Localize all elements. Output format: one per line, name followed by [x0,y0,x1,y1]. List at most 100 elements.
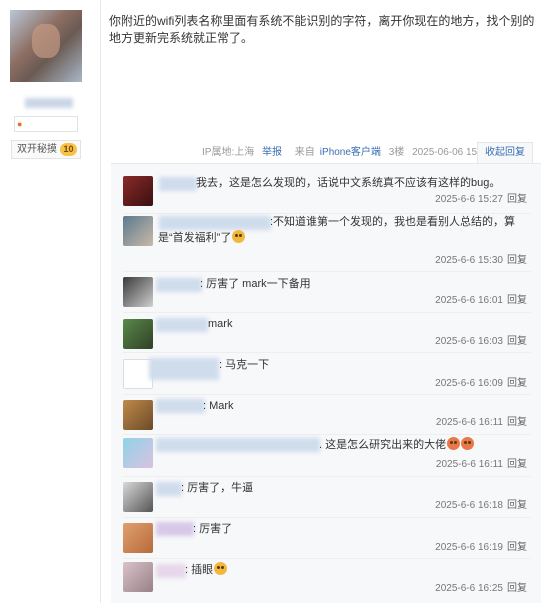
reply-username[interactable] [156,278,202,292]
reply-item: mark 2025-6-6 16:03 回复 [111,316,541,358]
reply-time: 2025-6-6 15:30 [435,255,503,266]
reply-avatar[interactable] [123,216,153,246]
reply-meta: 2025-6-6 16:25 回复 [435,583,527,595]
reply-avatar[interactable] [123,562,153,592]
reply-text: : 厉害了，牛逼 [181,482,254,494]
reply-button[interactable]: 回复 [507,417,527,428]
reply-text: : 插眼 [185,562,345,578]
client-link[interactable]: iPhone客户端 [320,147,381,158]
reply-divider [123,271,531,272]
reply-divider [123,394,531,395]
reply-button[interactable]: 回复 [507,500,527,511]
reply-divider [123,352,531,353]
reply-text: : 厉害了 mark一下备用 [200,278,311,290]
post-main: 你附近的wifi列表名称里面有系统不能识别的字符，离开你现在的地方，找个别的地方… [102,0,550,603]
reply-button[interactable]: 回复 [507,378,527,389]
collapse-replies-button[interactable]: 收起回复 [477,142,533,164]
reply-button[interactable]: 回复 [507,459,527,470]
reply-item: : 插眼 2025-6-6 16:25 回复 [111,562,541,602]
reply-button[interactable]: 回复 [507,583,527,594]
reply-text-content: :不知道谁第一个发现的，我也是看别人总结的，算是“首发福利”了 [158,216,516,244]
reply-meta: 2025-6-6 16:11 回复 [436,417,527,429]
floor-number: 3楼 [388,147,405,158]
reply-text: mark [208,318,233,330]
reply-meta: 2025-6-6 16:09 回复 [435,378,527,390]
reply-username[interactable] [156,318,208,332]
fire-icon: ● [17,119,23,129]
reply-item: : Mark 2025-6-6 16:11 回复 [111,398,541,440]
reply-text: : 马克一下 [219,359,270,371]
author-level-badge[interactable]: ● [14,116,78,132]
reply-avatar[interactable] [123,438,153,468]
reply-text: :不知道谁第一个发现的，我也是看别人总结的，算是“首发福利”了 [158,214,526,246]
reply-time: 2025-6-6 16:19 [435,542,503,553]
cool-emoji-icon [214,562,228,575]
reply-avatar[interactable] [123,482,153,512]
reply-item: : 马克一下 2025-6-6 16:09 回复 [111,357,541,399]
reply-avatar[interactable] [123,277,153,307]
reply-time: 2025-6-6 16:11 [435,459,503,470]
reply-divider [123,517,531,518]
reply-text: . 这是怎么研究出来的大佬 [319,437,534,453]
reply-text-content: : 插眼 [185,564,214,576]
reply-time: 2025-6-6 16:18 [435,500,503,511]
post-content: 你附近的wifi列表名称里面有系统不能识别的字符，离开你现在的地方，找个别的地方… [109,14,535,45]
reply-time: 2025-6-6 16:09 [435,378,503,389]
reply-button[interactable]: 回复 [507,255,527,266]
reply-avatar[interactable] [123,319,153,349]
report-label: 举报 [262,147,283,158]
reply-button[interactable]: 回复 [507,336,527,347]
author-avatar[interactable] [10,10,82,82]
reply-meta: 2025-6-6 16:19 回复 [435,542,527,554]
fan-badge-name: 双开秘摸 [17,144,57,155]
client-prefix: 来自 [294,147,315,158]
reply-divider [123,312,531,313]
reply-text-content: . 这是怎么研究出来的大佬 [319,439,447,451]
reply-username[interactable] [156,522,194,536]
reply-username[interactable] [156,438,320,452]
reply-list: 我去，这是怎么发现的，话说中文系统真不应该有这样的bug。 2025-6-6 1… [111,163,541,603]
reply-username[interactable] [156,564,186,578]
reply-avatar[interactable] [123,176,153,206]
reply-time: 2025-6-6 16:11 [435,417,503,428]
reply-item: . 这是怎么研究出来的大佬 2025-6-6 16:11 回复 [111,437,541,481]
report-link[interactable]: 举报 [262,147,287,158]
reply-time: 2025-6-6 15:27 [435,194,503,205]
reply-button[interactable]: 回复 [507,542,527,553]
reply-button[interactable]: 回复 [507,295,527,306]
surprised-emoji-icon [447,437,461,450]
reply-text: : 厉害了 [193,523,233,535]
fan-badge[interactable]: 双开秘摸 10 [11,140,81,159]
reply-divider [123,434,531,435]
reply-username[interactable] [149,358,219,380]
fan-badge-level: 10 [60,143,77,156]
reply-meta: 2025-6-6 16:18 回复 [435,500,527,512]
reply-meta: 2025-6-6 16:11 回复 [436,459,527,471]
reply-button[interactable]: 回复 [507,194,527,205]
reply-time: 2025-6-6 16:01 [435,295,503,306]
reply-text: : Mark [203,400,234,412]
reply-avatar[interactable] [123,400,153,430]
reply-username[interactable] [159,177,197,191]
reply-item: 我去，这是怎么发现的，话说中文系统真不应该有这样的bug。 2025-6-6 1… [111,173,541,217]
reply-time: 2025-6-6 16:25 [435,583,503,594]
surprised-emoji-icon [461,437,475,450]
reply-meta: 2025-6-6 15:30 回复 [435,255,527,267]
reply-item: : 厉害了 mark一下备用 2025-6-6 16:01 回复 [111,275,541,317]
author-sidebar: ● 双开秘摸 10 [0,0,101,603]
ip-location: IP属地:上海 [202,147,255,158]
client-source: 来自 iPhone客户端 [295,147,381,158]
reply-item: : 厉害了，牛逼 2025-6-6 16:18 回复 [111,480,541,522]
reply-time: 2025-6-6 16:03 [435,336,503,347]
reply-avatar[interactable] [123,523,153,553]
reply-username[interactable] [156,399,205,413]
author-name[interactable] [25,98,73,108]
reply-meta: 2025-6-6 16:01 回复 [435,295,527,307]
reply-text: 我去，这是怎么发现的，话说中文系统真不应该有这样的bug。 [196,177,501,189]
reply-meta: 2025-6-6 16:03 回复 [435,336,527,348]
reply-username[interactable] [156,482,182,496]
reply-item: :不知道谁第一个发现的，我也是看别人总结的，算是“首发福利”了 2025-6-6… [111,214,541,274]
smile-emoji-icon [232,230,246,243]
reply-divider [123,558,531,559]
reply-item: : 厉害了 2025-6-6 16:19 回复 [111,521,541,563]
